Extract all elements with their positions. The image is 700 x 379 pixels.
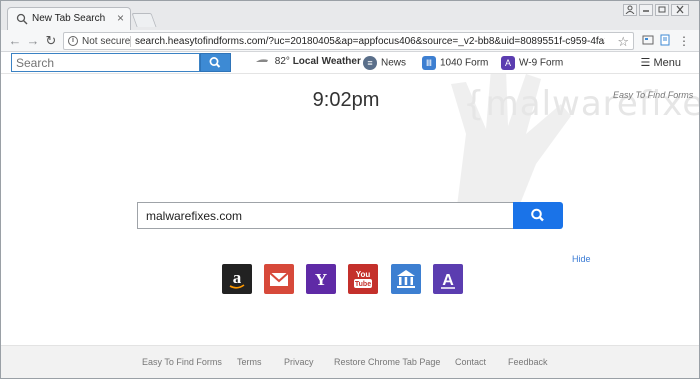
tab-strip: New Tab Search × (1, 1, 699, 30)
main-search-button[interactable] (513, 202, 563, 229)
svg-text:a: a (233, 268, 242, 287)
browser-tab[interactable]: New Tab Search × (7, 7, 131, 30)
url-text[interactable]: search.heasytofindforms.com/?uc=20180405… (135, 36, 605, 47)
forward-icon[interactable]: → (25, 33, 41, 49)
footer-link-contact[interactable]: Contact (455, 357, 486, 367)
footer-link-restore-tab[interactable]: Restore Chrome Tab Page (334, 357, 440, 367)
browser-window: New Tab Search × ← → ↻ i Not secure sear… (0, 0, 700, 379)
footer-link-easy-to-find-forms[interactable]: Easy To Find Forms (142, 357, 222, 367)
bank-icon (397, 270, 415, 288)
tile-youtube[interactable]: You Tube (348, 264, 378, 294)
brand-logo[interactable]: Easy To Find Forms (613, 90, 693, 100)
minimize-icon[interactable] (639, 4, 653, 16)
main-search-input[interactable] (137, 202, 514, 229)
clock: 9:02pm (312, 89, 380, 111)
security-label[interactable]: Not secure (82, 36, 130, 47)
chrome-menu-icon[interactable]: ⋮ (677, 34, 691, 48)
weather-label: Local Weather (292, 56, 361, 67)
toolbar-search-button[interactable] (200, 53, 231, 72)
tab-title: New Tab Search (32, 13, 106, 24)
yahoo-icon: Y (315, 270, 327, 289)
back-icon[interactable]: ← (7, 33, 23, 49)
toolbar-link-1040[interactable]: Ⅲ 1040 Form (422, 56, 488, 70)
search-icon (531, 208, 544, 222)
info-icon[interactable]: i (68, 36, 78, 46)
youtube-icon: You Tube (354, 270, 372, 288)
svg-text:You: You (356, 270, 371, 279)
close-window-icon[interactable] (671, 4, 689, 16)
reload-icon[interactable]: ↻ (43, 33, 59, 49)
tile-amazon[interactable]: a (222, 264, 252, 294)
new-tab-button[interactable] (131, 13, 157, 27)
address-bar[interactable]: i Not secure search.heasytofindforms.com… (63, 32, 634, 50)
tile-yahoo[interactable]: Y (306, 264, 336, 294)
tile-forms[interactable]: A (433, 264, 463, 294)
bookmark-star-icon[interactable]: ☆ (617, 34, 629, 50)
tile-bank[interactable] (391, 264, 421, 294)
hamburger-icon: ☰ (640, 57, 651, 69)
toolbar-link-news[interactable]: ≡ News (363, 56, 406, 70)
toolbar-search-input[interactable] (11, 53, 200, 72)
weather-temp: 82° (274, 56, 290, 67)
menu-button[interactable]: ☰ Menu (641, 56, 681, 69)
weather-icon (256, 59, 268, 63)
news-label: News (381, 57, 407, 69)
maximize-icon[interactable] (655, 4, 669, 16)
footer-link-feedback[interactable]: Feedback (508, 357, 548, 367)
svg-text:Y: Y (315, 270, 327, 289)
bank-icon: Ⅲ (422, 56, 436, 70)
search-icon (16, 13, 28, 25)
weather-widget[interactable]: 82° Local Weather (255, 56, 361, 67)
form-a-icon: A (501, 56, 515, 70)
search-icon (209, 57, 221, 68)
news-icon: ≡ (363, 56, 377, 70)
extension-icon[interactable] (658, 34, 672, 48)
form-a-icon: A (441, 272, 455, 289)
cast-icon[interactable] (641, 34, 655, 48)
form-1040-label: 1040 Form (440, 57, 489, 69)
form-w9-label: W-9 Form (519, 57, 564, 69)
page-footer: Easy To Find Forms Terms Privacy Restore… (1, 345, 699, 378)
svg-text:A: A (442, 272, 454, 289)
tile-gmail[interactable] (264, 264, 294, 294)
gmail-icon (269, 272, 289, 286)
footer-link-terms[interactable]: Terms (237, 357, 262, 367)
browser-toolbar: ← → ↻ i Not secure search.heasytofindfor… (1, 30, 699, 52)
amazon-icon: a (229, 268, 245, 289)
footer-link-privacy[interactable]: Privacy (284, 357, 314, 367)
profile-icon[interactable] (623, 4, 637, 16)
tab-close-icon[interactable]: × (117, 11, 124, 25)
menu-label: Menu (653, 57, 681, 69)
page-content: {malwarefixes} Easy To Find Forms 9:02pm… (1, 74, 699, 345)
toolbar-link-w9[interactable]: A W-9 Form (501, 56, 563, 70)
extension-bar: 82° Local Weather ≡ News Ⅲ 1040 Form A W-9 … (1, 52, 699, 74)
address-divider (130, 36, 131, 47)
svg-text:Tube: Tube (355, 281, 371, 288)
hide-link[interactable]: Hide (572, 254, 591, 264)
